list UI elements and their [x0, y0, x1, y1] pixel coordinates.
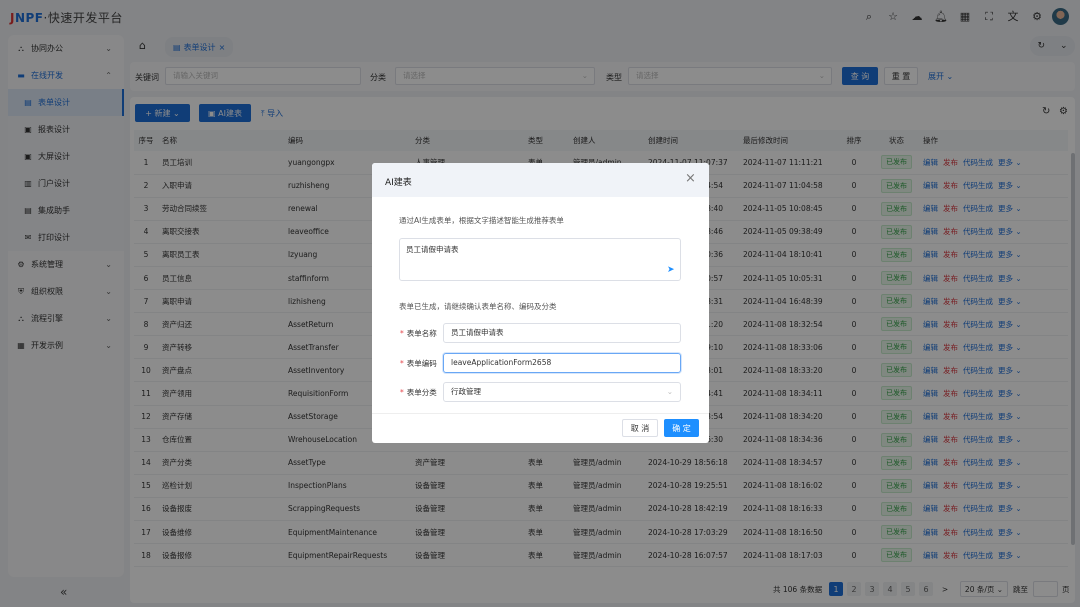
category-value: 行政管理 — [451, 387, 481, 396]
send-icon[interactable]: ➤ — [667, 265, 675, 275]
form-code-input[interactable]: leaveApplicationForm2658 — [443, 353, 681, 373]
form-name-input[interactable]: 员工请假申请表 — [443, 323, 681, 343]
confirm-button[interactable]: 确 定 — [664, 419, 699, 437]
form-name-label: * 表单名称 — [400, 329, 437, 338]
modal-title: AI建表 — [385, 178, 412, 188]
form-category-label: * 表单分类 — [400, 388, 437, 397]
chevron-down-icon: ⌄ — [666, 387, 673, 396]
label-text: 表单分类 — [406, 388, 437, 397]
generated-note: 表单已生成，请继续确认表单名称、编码及分类 — [399, 302, 557, 311]
modal-footer-divider — [372, 413, 709, 414]
modal-description: 通过AI生成表单，根据文字描述智能生成推荐表单 — [399, 216, 564, 225]
cancel-button[interactable]: 取 消 — [622, 419, 658, 437]
ai-create-modal: AI建表 × 通过AI生成表单，根据文字描述智能生成推荐表单 员工请假申请表 ➤… — [372, 163, 709, 443]
form-category-select[interactable]: 行政管理 ⌄ — [443, 382, 681, 402]
prompt-textarea[interactable]: 员工请假申请表 — [399, 238, 681, 281]
label-text: 表单编码 — [406, 359, 437, 368]
form-code-label: * 表单编码 — [400, 359, 437, 368]
modal-header — [372, 163, 709, 197]
label-text: 表单名称 — [406, 329, 437, 338]
close-icon[interactable]: × — [685, 171, 696, 186]
